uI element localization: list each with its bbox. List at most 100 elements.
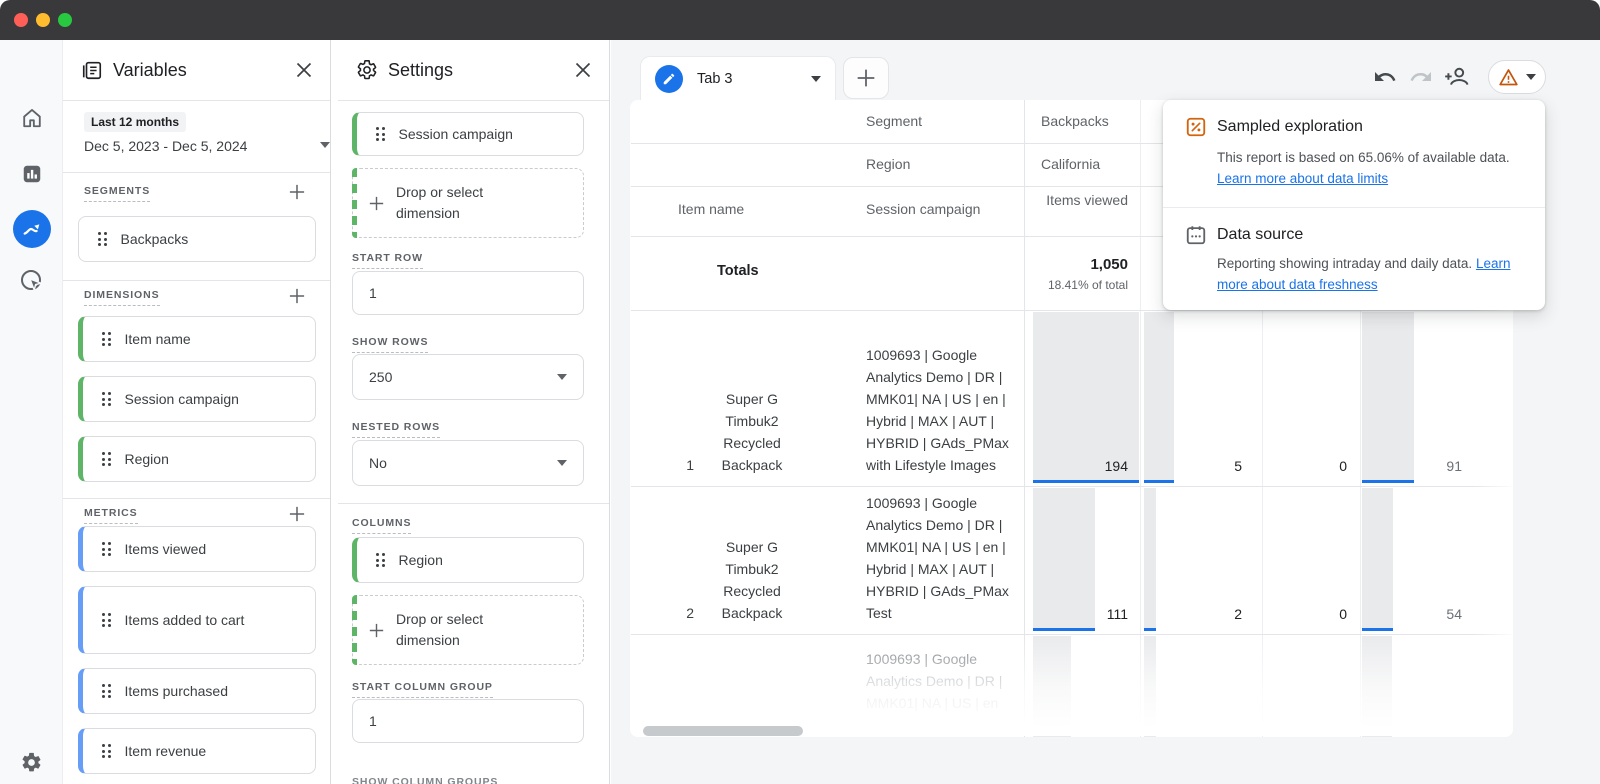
chevron-down-icon	[557, 460, 567, 466]
start-row-input[interactable]: 1	[352, 271, 584, 315]
metric-chip-items-viewed[interactable]: Items viewed	[78, 526, 316, 572]
popover-divider	[1163, 207, 1545, 208]
tab-menu-chevron-icon[interactable]	[811, 76, 821, 82]
segments-label: SEGMENTS	[84, 185, 150, 202]
metric-chip-item-revenue[interactable]: Item revenue	[78, 728, 316, 774]
row-item-name: Super G Timbuk2 Recycled Backpack	[700, 536, 804, 624]
cell-bar	[1362, 488, 1393, 631]
row-index: 2	[686, 602, 694, 624]
metric-chip-items-purchased[interactable]: Items purchased	[78, 668, 316, 714]
date-range-selector[interactable]: Last 12 months Dec 5, 2023 - Dec 5, 2024	[84, 112, 314, 154]
show-column-groups-label: SHOW COLUMN GROUPS	[352, 776, 498, 784]
drag-handle-icon	[102, 744, 111, 758]
zoom-window-button[interactable]	[58, 13, 72, 27]
close-variables-icon[interactable]	[296, 62, 312, 78]
undo-button[interactable]	[1372, 64, 1398, 90]
home-icon	[21, 107, 43, 129]
columns-dimension-chip-label: Region	[399, 552, 443, 568]
totals-label: Totals	[717, 263, 759, 279]
metric-chip-items-added-to-cart[interactable]: Items added to cart	[78, 586, 316, 654]
drag-handle-icon	[102, 452, 111, 466]
drag-handle-icon	[102, 613, 111, 627]
drop-zone-label: Drop or select dimension	[396, 182, 526, 224]
add-tab-button[interactable]	[843, 57, 889, 99]
show-rows-select[interactable]: 250	[352, 354, 584, 400]
sampling-popover: Sampled exploration This report is based…	[1163, 100, 1545, 310]
tab-3[interactable]: Tab 3	[640, 56, 836, 100]
region-row-label: Region	[866, 156, 910, 172]
sampled-percent-icon	[1185, 116, 1207, 138]
gear-icon	[356, 59, 378, 81]
drag-handle-icon	[102, 684, 111, 698]
share-button[interactable]	[1443, 64, 1469, 90]
bottom-fade-overlay	[631, 634, 1512, 736]
nav-advertising[interactable]	[0, 261, 63, 301]
segment-chip-backpacks[interactable]: Backpacks	[78, 216, 316, 262]
dimension-chip-label: Item name	[125, 331, 191, 347]
data-source-body-text: Reporting showing intraday and daily dat…	[1217, 256, 1472, 271]
column-header-item-name[interactable]: Item name	[678, 201, 744, 217]
segment-row-label: Segment	[866, 113, 922, 129]
add-metric-button[interactable]	[285, 502, 309, 526]
cell-value: 2	[1234, 606, 1242, 622]
add-dimension-button[interactable]	[285, 284, 309, 308]
plus-icon	[369, 623, 384, 638]
nav-reports[interactable]	[0, 154, 63, 194]
dimension-chip-region[interactable]: Region	[78, 436, 316, 482]
minimize-window-button[interactable]	[36, 13, 50, 27]
nested-rows-select[interactable]: No	[352, 440, 584, 486]
region-row-value: California	[1041, 156, 1100, 172]
bar-chart-icon	[21, 163, 43, 185]
drag-handle-icon	[102, 332, 111, 346]
sampled-body-text: This report is based on 65.06% of availa…	[1217, 150, 1510, 165]
row-index: 1	[686, 454, 694, 476]
drop-zone-label: Drop or select dimension	[396, 609, 526, 651]
data-source-title: Data source	[1217, 226, 1303, 244]
segment-row-value: Backpacks	[1041, 113, 1109, 129]
columns-dimension-chip[interactable]: Region	[352, 537, 584, 583]
horizontal-scrollbar[interactable]	[643, 726, 803, 736]
sampling-status-button[interactable]	[1488, 60, 1546, 94]
variables-panel-title: Variables	[113, 60, 286, 81]
cell-bar	[1144, 312, 1174, 483]
redo-button[interactable]	[1408, 64, 1434, 90]
sampled-exploration-title: Sampled exploration	[1217, 118, 1363, 136]
settings-panel-title: Settings	[388, 60, 565, 81]
dimension-chip-session-campaign[interactable]: Session campaign	[78, 376, 316, 422]
start-column-group-value: 1	[369, 713, 377, 729]
column-header-session-campaign[interactable]: Session campaign	[866, 201, 980, 217]
dimension-chip-label: Session campaign	[125, 391, 239, 407]
columns-label: COLUMNS	[352, 517, 411, 534]
drag-handle-icon	[98, 232, 107, 246]
gear-icon	[20, 751, 43, 774]
rows-drop-dimension-zone[interactable]: Drop or select dimension	[352, 168, 584, 238]
metric-chip-label: Item revenue	[125, 743, 207, 759]
left-nav-rail	[0, 40, 63, 784]
close-settings-icon[interactable]	[575, 62, 591, 78]
column-header-items-viewed[interactable]: Items viewed	[1024, 190, 1128, 211]
table-row[interactable]: 2 Super G Timbuk2 Recycled Backpack 1009…	[630, 486, 1513, 634]
chevron-down-icon	[320, 142, 330, 148]
drag-handle-icon	[376, 127, 385, 141]
close-window-button[interactable]	[14, 13, 28, 27]
start-row-value: 1	[369, 285, 377, 301]
plus-icon	[856, 68, 876, 88]
tab-settings-panel: Settings Session campaign Drop or select…	[338, 40, 610, 784]
drag-handle-icon	[102, 392, 111, 406]
nav-admin[interactable]	[0, 742, 63, 782]
add-segment-button[interactable]	[285, 180, 309, 204]
edit-tab-pencil-icon	[655, 65, 683, 93]
dimension-chip-item-name[interactable]: Item name	[78, 316, 316, 362]
start-row-label: START ROW	[352, 252, 423, 269]
rows-dimension-chip[interactable]: Session campaign	[352, 112, 584, 156]
start-column-group-input[interactable]: 1	[352, 699, 584, 743]
table-row[interactable]: 1 Super G Timbuk2 Recycled Backpack 1009…	[630, 310, 1513, 486]
row-session-campaign: 1009693 | Google Analytics Demo | DR | M…	[866, 492, 1018, 624]
metrics-label: METRICS	[84, 507, 138, 524]
columns-drop-dimension-zone[interactable]: Drop or select dimension	[352, 595, 584, 665]
nav-home[interactable]	[0, 98, 63, 138]
totals-items-viewed: 1,050	[1024, 256, 1128, 273]
calendar-icon	[1185, 224, 1207, 246]
data-limits-link[interactable]: Learn more about data limits	[1217, 171, 1388, 186]
nav-explore[interactable]	[0, 209, 63, 249]
